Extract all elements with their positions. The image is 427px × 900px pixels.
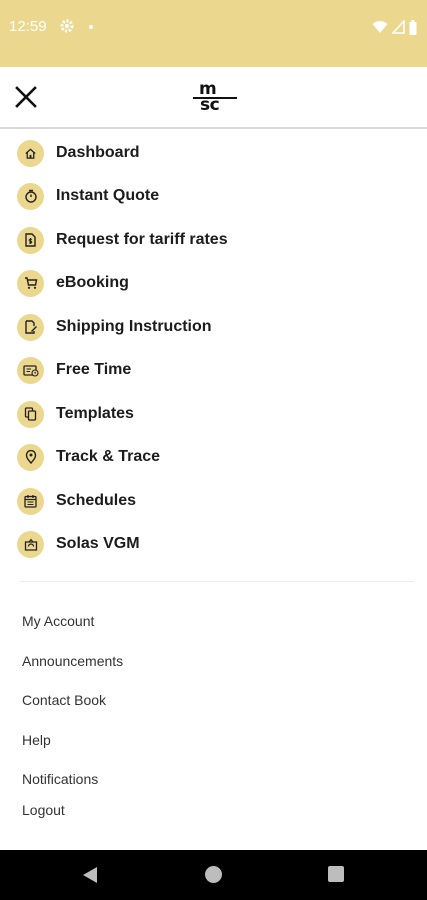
ticket-clock-icon xyxy=(17,356,44,384)
calendar-icon xyxy=(17,487,44,515)
settings-gear-icon xyxy=(60,19,74,33)
msc-logo: m sc xyxy=(193,80,237,120)
location-pin-icon xyxy=(17,443,44,471)
dollar-document-icon xyxy=(17,226,44,254)
menu-item-schedules[interactable]: Schedules xyxy=(0,481,427,521)
menu-item-track-trace[interactable]: Track & Trace xyxy=(0,437,427,477)
menu-item-notifications[interactable]: Notifications xyxy=(22,771,98,787)
menu-item-announcements[interactable]: Announcements xyxy=(22,653,123,669)
menu-item-free-time[interactable]: Free Time xyxy=(0,350,427,390)
menu-item-ebooking[interactable]: eBooking xyxy=(0,263,427,303)
menu-item-label: Shipping Instruction xyxy=(56,318,212,335)
menu-item-request-tariff-rates[interactable]: Request for tariff rates xyxy=(0,220,427,260)
status-bar: 12:59 xyxy=(0,0,427,67)
back-triangle-icon[interactable] xyxy=(82,866,98,884)
menu-item-instant-quote[interactable]: Instant Quote xyxy=(0,176,427,216)
logo-text-bottom: sc xyxy=(200,95,220,115)
menu-item-label: Dashboard xyxy=(56,144,140,161)
app-header: m sc xyxy=(0,67,427,129)
cell-signal-icon xyxy=(392,20,405,34)
close-icon xyxy=(15,86,37,108)
battery-icon xyxy=(409,19,417,35)
weight-scale-icon xyxy=(17,530,44,558)
menu-item-label: Solas VGM xyxy=(56,535,140,552)
close-menu-button[interactable] xyxy=(12,83,40,111)
menu-item-contact-book[interactable]: Contact Book xyxy=(22,692,106,708)
menu-item-logout[interactable]: Logout xyxy=(22,802,65,818)
menu-item-label: Request for tariff rates xyxy=(56,231,228,248)
notification-dot-icon xyxy=(89,25,93,29)
home-circle-icon[interactable] xyxy=(205,866,222,883)
menu-item-label: Templates xyxy=(56,405,134,422)
menu-item-label: eBooking xyxy=(56,274,129,291)
menu-item-label: Track & Trace xyxy=(56,448,161,465)
status-time: 12:59 xyxy=(9,18,47,35)
menu-item-help[interactable]: Help xyxy=(22,732,51,748)
menu-item-label: Schedules xyxy=(56,492,137,509)
menu-item-templates[interactable]: Templates xyxy=(0,394,427,434)
menu-item-dashboard[interactable]: Dashboard xyxy=(0,133,427,173)
wifi-icon xyxy=(372,21,388,33)
home-icon xyxy=(17,139,44,167)
menu-item-my-account[interactable]: My Account xyxy=(22,613,94,629)
edit-document-icon xyxy=(17,313,44,341)
status-icons xyxy=(372,18,417,36)
menu-item-solas-vgm[interactable]: Solas VGM xyxy=(0,524,427,564)
recent-apps-icon[interactable] xyxy=(328,866,344,882)
copy-icon xyxy=(17,400,44,428)
menu-divider xyxy=(20,581,414,582)
cart-icon xyxy=(17,269,44,297)
menu-item-label: Instant Quote xyxy=(56,187,160,204)
stopwatch-icon xyxy=(17,182,44,210)
menu-item-shipping-instruction[interactable]: Shipping Instruction xyxy=(0,307,427,347)
system-nav-bar xyxy=(0,850,427,900)
menu-item-label: Free Time xyxy=(56,361,132,378)
